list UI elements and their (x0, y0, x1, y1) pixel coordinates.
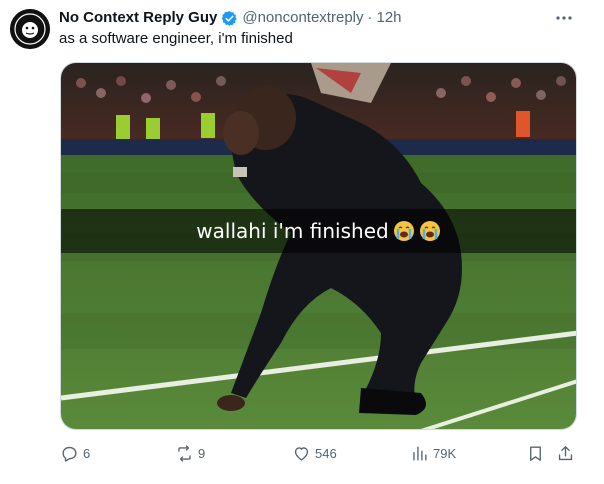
reply-icon (62, 446, 77, 462)
like-button[interactable]: 546 (292, 441, 337, 465)
repost-count: 9 (198, 445, 206, 461)
more-options-icon[interactable] (554, 10, 574, 26)
heart-icon (294, 446, 309, 461)
loudly-crying-face-icon (393, 220, 415, 242)
reply-button[interactable]: 6 (60, 441, 90, 465)
tweet-text: as a software engineer, i'm finished (59, 30, 293, 47)
reply-count: 6 (83, 445, 91, 461)
loudly-crying-face-icon (419, 220, 441, 242)
avatar[interactable] (10, 9, 50, 49)
tweet-actions-bar: 6 9 546 79K (60, 441, 577, 465)
repost-button[interactable]: 9 (175, 441, 205, 465)
bookmark-icon (530, 445, 541, 461)
share-icon (558, 445, 573, 460)
author-name[interactable]: No Context Reply Guy (59, 8, 217, 28)
repost-icon (178, 444, 191, 462)
tweet-timestamp[interactable]: 12h (377, 8, 402, 28)
author-handle[interactable]: @noncontextreply (242, 8, 363, 28)
tweet-media-image[interactable]: wallahi i'm finished (60, 62, 577, 430)
views-button[interactable]: 79K (410, 441, 456, 465)
meme-caption-bar: wallahi i'm finished (61, 209, 576, 253)
views-chart-icon (413, 445, 427, 461)
share-button[interactable] (556, 441, 579, 465)
views-count: 79K (433, 445, 457, 461)
tweet-header: No Context Reply Guy @noncontextreply · … (59, 8, 564, 28)
verified-badge-icon (221, 10, 238, 27)
bookmark-button[interactable] (526, 441, 549, 465)
tweet-card[interactable]: No Context Reply Guy @noncontextreply · … (0, 0, 604, 484)
meme-caption: wallahi i'm finished (196, 219, 389, 243)
like-count: 546 (315, 445, 337, 461)
separator-dot: · (367, 9, 373, 26)
